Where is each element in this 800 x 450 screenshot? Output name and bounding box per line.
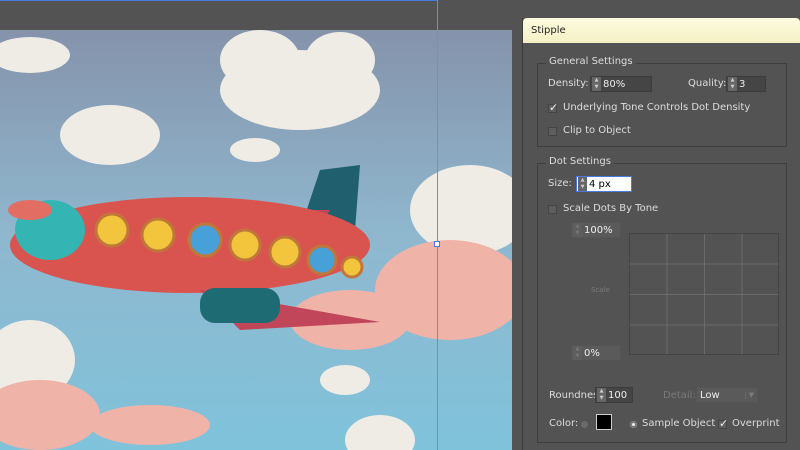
- chevron-down-icon: ▼: [744, 391, 757, 399]
- stipple-dialog: Stipple General Settings Density: ▲ ▼ 80% …: [522, 18, 800, 450]
- color-radio[interactable]: [581, 421, 588, 428]
- selection-resize-handle[interactable]: [434, 241, 440, 247]
- spinner-arrows-icon[interactable]: ▲ ▼: [592, 77, 601, 91]
- tone-label: Underlying Tone Controls Dot Density: [563, 102, 751, 113]
- color-label: Color:: [549, 418, 579, 429]
- spinner-arrows-icon: ▲ ▼: [573, 346, 582, 360]
- spinner-arrows-icon[interactable]: ▲ ▼: [578, 177, 587, 191]
- checkmark-icon: ✓: [549, 101, 559, 114]
- scale-min-field: ▲ ▼ 0%: [571, 345, 621, 361]
- quality-field[interactable]: ▲ ▼ 3: [726, 76, 766, 92]
- color-swatch[interactable]: [596, 414, 612, 430]
- density-label: Density:: [548, 78, 589, 89]
- scale-max-field: ▲ ▼ 100%: [571, 222, 621, 238]
- density-field[interactable]: ▲ ▼ 80%: [590, 76, 652, 92]
- clip-label: Clip to Object: [563, 125, 631, 136]
- detail-label: Detail:: [663, 390, 696, 401]
- roundness-field[interactable]: ▲ ▼ 100: [595, 387, 633, 403]
- artwork-canvas[interactable]: [0, 30, 512, 450]
- tone-checkbox[interactable]: ✓: [548, 101, 559, 114]
- scale-curve-graph: [629, 233, 779, 355]
- size-label: Size:: [548, 178, 572, 189]
- sample-object-radio[interactable]: [630, 421, 637, 428]
- spinner-arrows-icon: ▲ ▼: [573, 223, 582, 237]
- dot-settings-legend: Dot Settings: [546, 156, 614, 167]
- scale-by-tone-label: Scale Dots By Tone: [563, 203, 659, 214]
- detail-dropdown: Low ▼: [696, 387, 758, 403]
- general-settings-group: General Settings Density: ▲ ▼ 80% Quality:…: [537, 56, 787, 147]
- sample-object-label: Sample Object: [642, 418, 716, 429]
- selection-box-top-edge: [0, 0, 437, 1]
- quality-label: Quality:: [688, 78, 727, 89]
- scale-by-tone-checkbox[interactable]: [548, 205, 557, 214]
- clip-checkbox[interactable]: [548, 127, 557, 136]
- size-field[interactable]: ▲ ▼ 4 px: [576, 176, 632, 192]
- selection-box-right-edge: [437, 0, 438, 450]
- overprint-checkbox[interactable]: ✓: [718, 417, 729, 430]
- scale-axis-label: Scale: [591, 286, 610, 294]
- general-settings-legend: General Settings: [546, 56, 636, 67]
- spinner-arrows-icon[interactable]: ▲ ▼: [597, 388, 606, 402]
- overprint-label: Overprint: [732, 418, 780, 429]
- checkmark-icon: ✓: [719, 417, 729, 430]
- dialog-title[interactable]: Stipple: [523, 18, 800, 43]
- spinner-arrows-icon[interactable]: ▲ ▼: [728, 77, 737, 91]
